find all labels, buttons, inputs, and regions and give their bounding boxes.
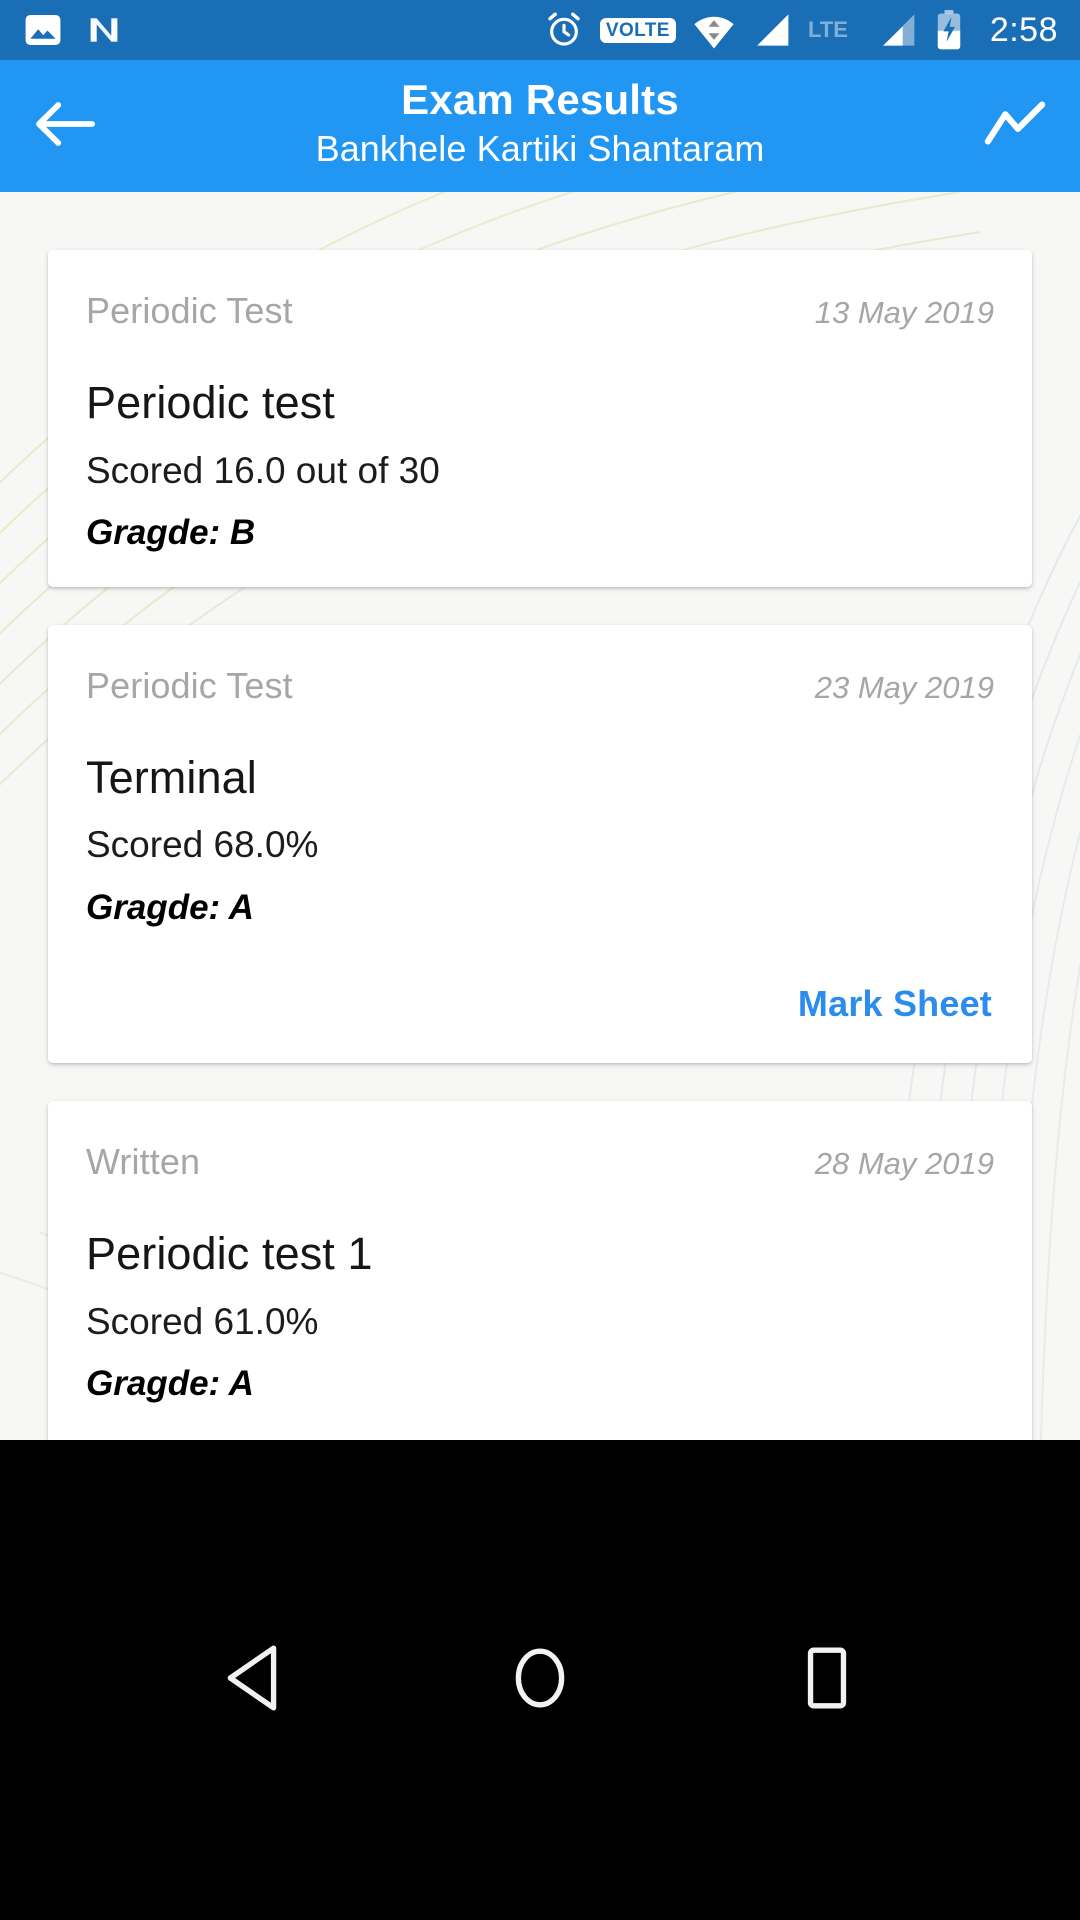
- lte-label-icon: LTE: [808, 16, 862, 44]
- android-nougat-icon: [84, 10, 124, 50]
- exam-score: Scored 16.0 out of 30: [86, 449, 440, 491]
- card-header: Periodic Test 23 May 2019: [86, 665, 994, 707]
- exam-title: Periodic test 1: [86, 1228, 373, 1280]
- exam-score: Scored 61.0%: [86, 1300, 319, 1342]
- nav-back-button[interactable]: [178, 1605, 328, 1755]
- card-header: Periodic Test 13 May 2019: [86, 290, 994, 332]
- exam-title: Periodic test: [86, 377, 335, 428]
- status-bar-clock: 2:58: [989, 10, 1058, 49]
- exam-date-label: 13 May 2019: [814, 295, 994, 330]
- app-bar-titles: Exam Results Bankhele Kartiki Shantaram: [130, 75, 950, 175]
- results-scroll-area[interactable]: Periodic Test 13 May 2019 Periodic test …: [0, 192, 1080, 1440]
- status-bar-notifications: [24, 10, 124, 50]
- mark-sheet-link[interactable]: Mark Sheet: [796, 979, 994, 1029]
- back-button[interactable]: [0, 60, 130, 192]
- arrow-left-icon: [34, 97, 96, 156]
- android-navigation-bar: [0, 1440, 1080, 1920]
- result-card[interactable]: Periodic Test 13 May 2019 Periodic test …: [48, 250, 1032, 587]
- exam-date-label: 28 May 2019: [814, 1146, 994, 1182]
- student-name: Bankhele Kartiki Shantaram: [315, 128, 765, 170]
- battery-charging-icon: [934, 9, 964, 51]
- recents-square-icon: [799, 1643, 855, 1718]
- result-card[interactable]: Periodic Test 23 May 2019 Terminal Score…: [48, 624, 1032, 1064]
- result-card[interactable]: Written 28 May 2019 Periodic test 1 Scor…: [48, 1101, 1032, 1440]
- results-list: Periodic Test 13 May 2019 Periodic test …: [0, 192, 1080, 1440]
- svg-text:LTE: LTE: [808, 17, 848, 42]
- nav-home-button[interactable]: [465, 1605, 615, 1755]
- exam-score: Scored 68.0%: [86, 824, 319, 866]
- app-bar: Exam Results Bankhele Kartiki Shantaram: [0, 60, 1080, 192]
- exam-type-label: Written: [86, 1141, 201, 1183]
- back-triangle-icon: [222, 1643, 284, 1718]
- phone-screen: VOLTE LTE 2:58 Exam Results Bankhele Kar…: [0, 0, 1080, 1920]
- status-bar: VOLTE LTE 2:58: [0, 0, 1080, 60]
- wifi-transfer-icon: [692, 10, 736, 50]
- signal-bars-2-icon: [878, 11, 918, 49]
- gallery-image-icon: [24, 11, 62, 49]
- exam-date-label: 23 May 2019: [814, 669, 994, 705]
- exam-type-label: Periodic Test: [86, 664, 293, 706]
- exam-title: Terminal: [86, 751, 257, 803]
- trending-up-icon: [984, 100, 1046, 153]
- exam-grade: Gragde: A: [86, 887, 254, 927]
- page-title: Exam Results: [401, 75, 679, 123]
- status-bar-system-icons: VOLTE LTE 2:58: [544, 9, 1058, 51]
- exam-grade: Gragde: B: [86, 513, 256, 553]
- chart-button[interactable]: [950, 60, 1080, 192]
- home-circle-icon: [509, 1643, 571, 1718]
- signal-bars-icon: [752, 11, 792, 49]
- card-actions: Mark Sheet: [86, 979, 994, 1029]
- exam-type-label: Periodic Test: [86, 290, 293, 331]
- card-header: Written 28 May 2019: [86, 1141, 994, 1183]
- volte-badge: VOLTE: [599, 17, 676, 43]
- nav-recents-button[interactable]: [752, 1605, 902, 1755]
- exam-grade: Gragde: A: [86, 1364, 254, 1404]
- alarm-clock-icon: [544, 10, 584, 50]
